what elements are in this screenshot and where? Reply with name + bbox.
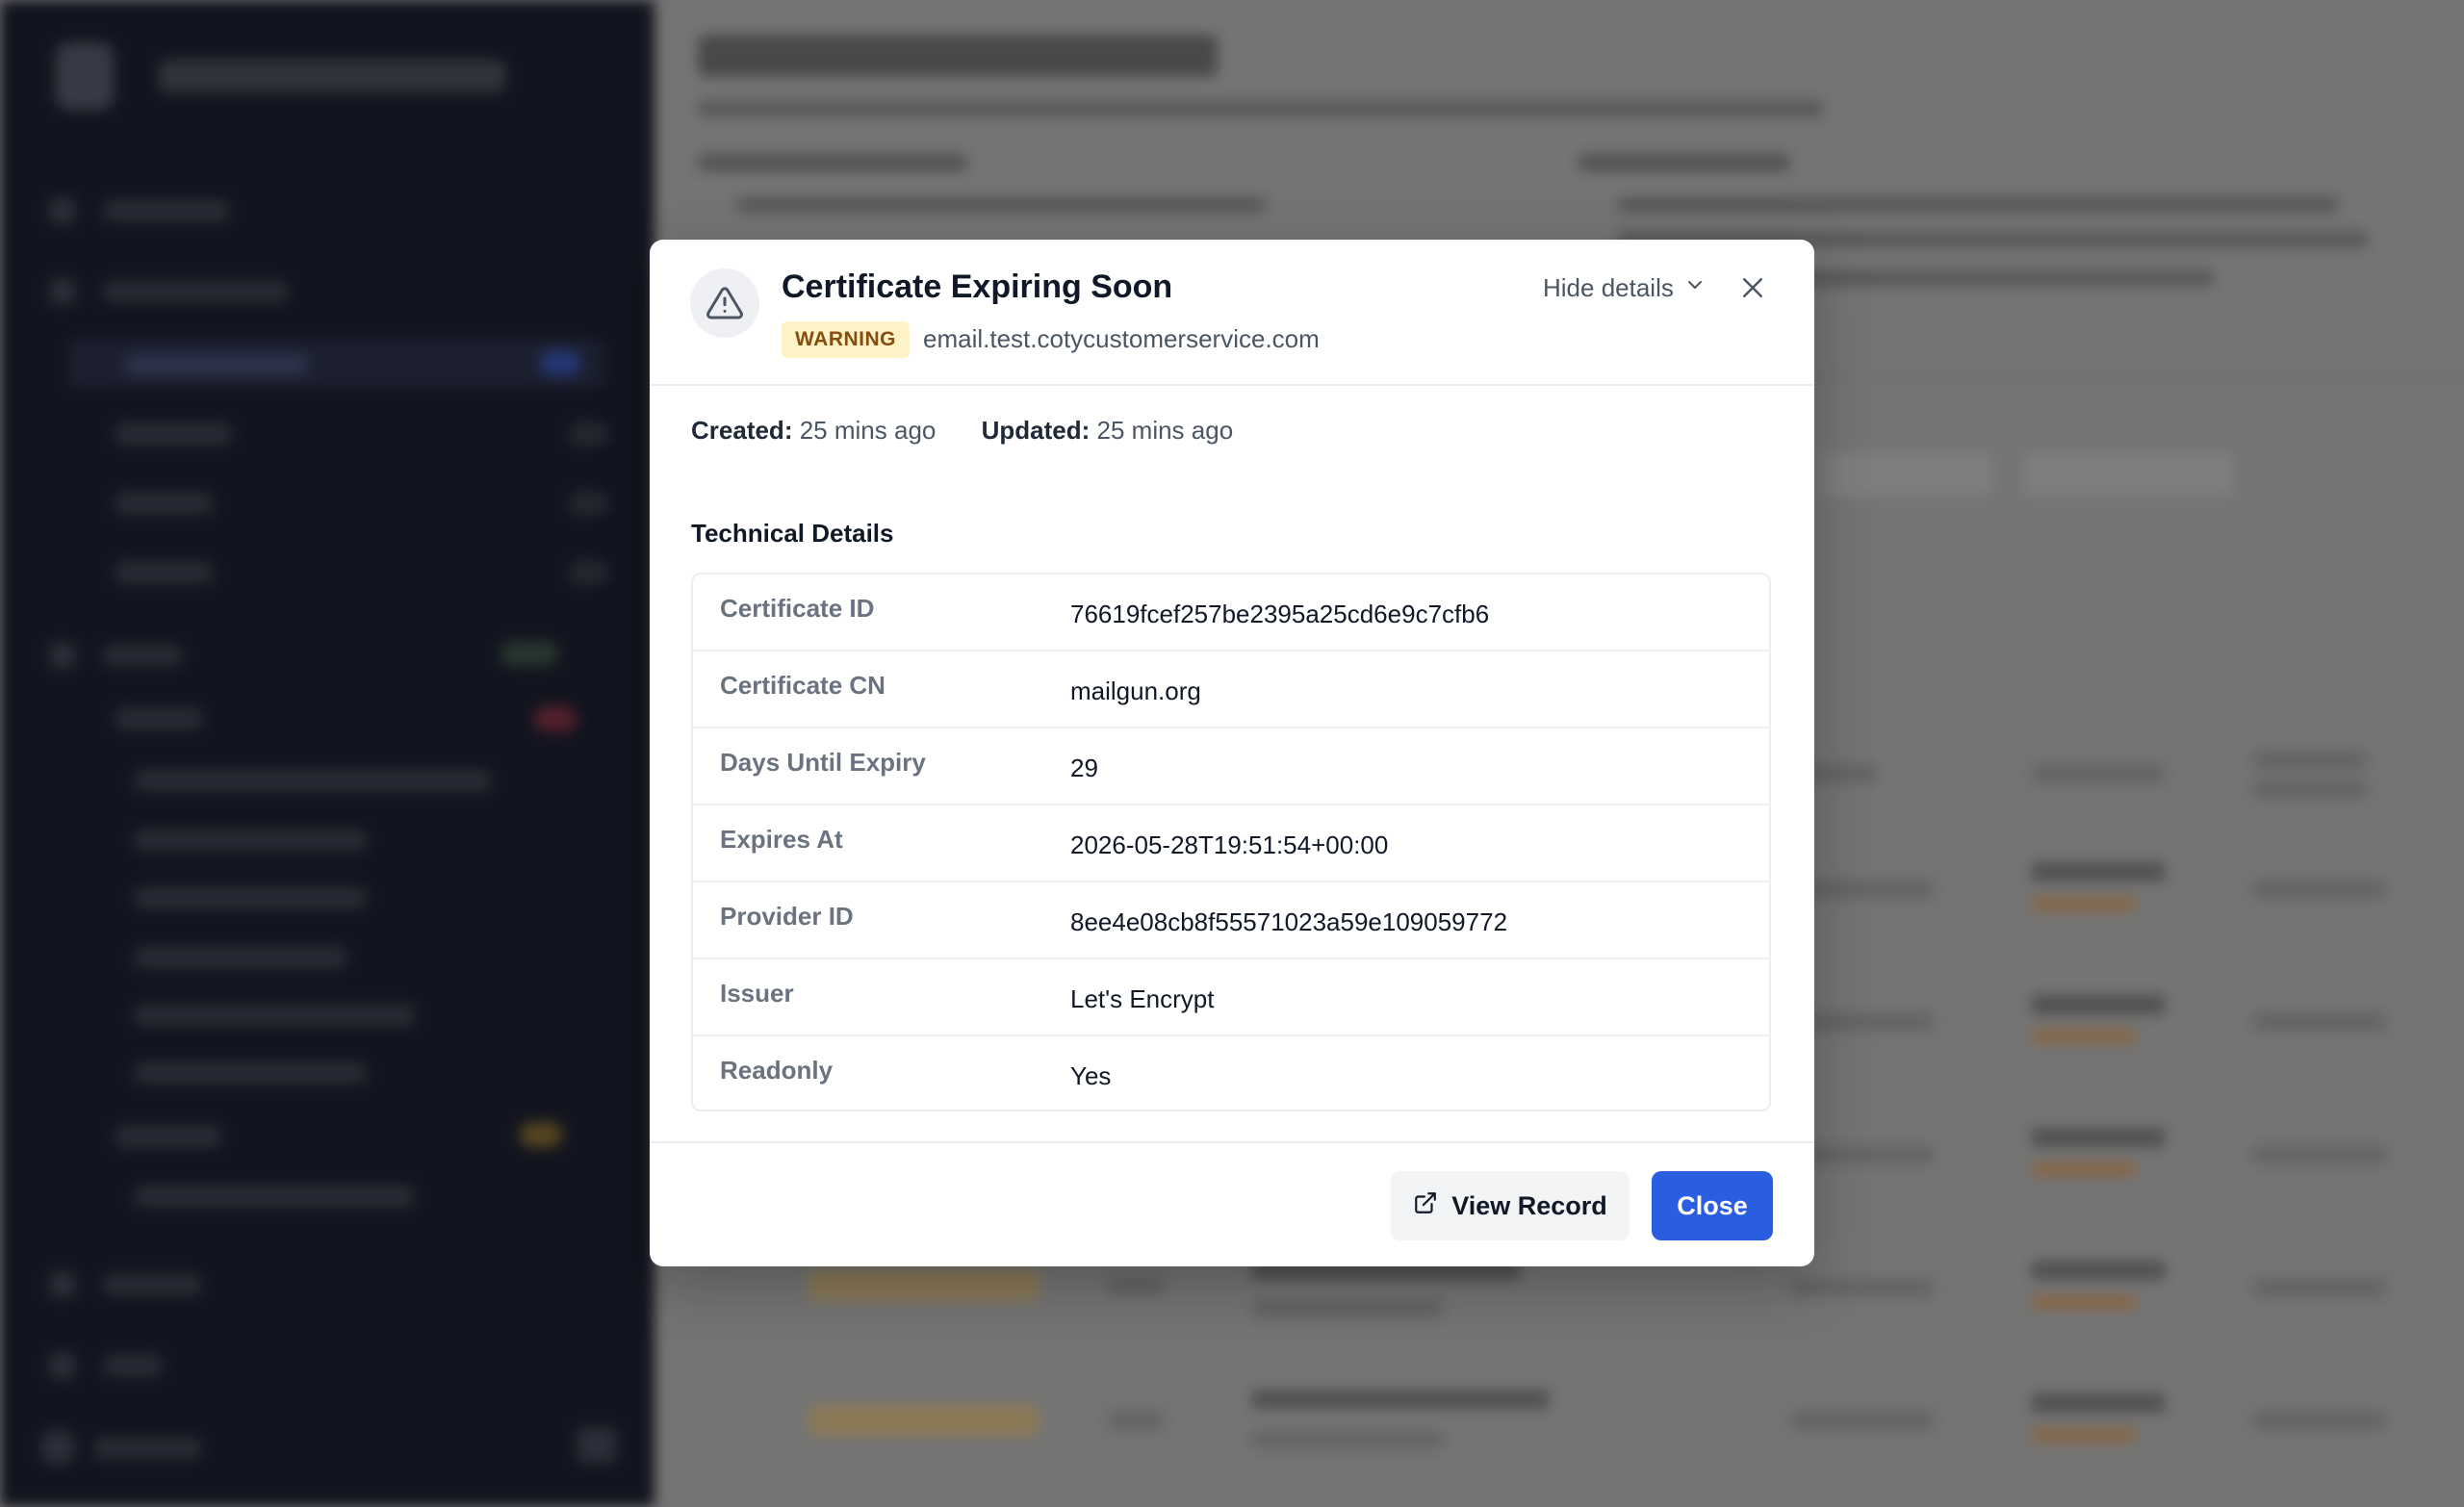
modal-footer: View Record Close — [650, 1141, 1814, 1266]
detail-row: Days Until Expiry 29 — [693, 728, 1769, 805]
detail-row: Provider ID 8ee4e08cb8f55571023a59e10905… — [693, 882, 1769, 959]
alert-domain: email.test.cotycustomerservice.com — [923, 324, 1320, 353]
detail-row: Certificate ID 76619fcef257be2395a25cd6e… — [693, 575, 1769, 651]
detail-value: 76619fcef257be2395a25cd6e9c7cfb6 — [1070, 600, 1490, 628]
detail-key: Certificate CN — [720, 671, 886, 700]
updated-value: 25 mins ago — [1096, 416, 1234, 445]
detail-key: Days Until Expiry — [720, 748, 926, 777]
created-info: Created: 25 mins ago — [691, 416, 936, 446]
severity-badge: WARNING — [782, 321, 910, 358]
view-record-button[interactable]: View Record — [1391, 1171, 1630, 1240]
technical-details-table: Certificate ID 76619fcef257be2395a25cd6e… — [691, 573, 1771, 1111]
detail-key: Issuer — [720, 979, 794, 1008]
alert-timestamps: Created: 25 mins ago Updated: 25 mins ag… — [691, 416, 1271, 446]
detail-key: Readonly — [720, 1056, 834, 1085]
detail-row: Issuer Let's Encrypt — [693, 959, 1769, 1036]
created-label: Created: — [691, 416, 793, 445]
detail-row: Readonly Yes — [693, 1036, 1769, 1110]
chevron-down-icon — [1683, 273, 1707, 303]
detail-key: Certificate ID — [720, 594, 875, 623]
external-link-icon — [1413, 1190, 1438, 1222]
updated-label: Updated: — [981, 416, 1091, 445]
detail-key: Provider ID — [720, 902, 854, 931]
detail-row: Expires At 2026-05-28T19:51:54+00:00 — [693, 805, 1769, 882]
detail-value: Let's Encrypt — [1070, 984, 1215, 1013]
updated-info: Updated: 25 mins ago — [982, 416, 1234, 446]
detail-value: 29 — [1070, 754, 1098, 782]
view-record-label: View Record — [1451, 1190, 1607, 1220]
close-icon[interactable] — [1735, 270, 1770, 305]
alert-details-modal: Certificate Expiring Soon WARNING email.… — [650, 240, 1814, 1266]
modal-header: Certificate Expiring Soon WARNING email.… — [650, 240, 1814, 386]
close-button[interactable]: Close — [1652, 1171, 1773, 1240]
detail-value: 2026-05-28T19:51:54+00:00 — [1070, 830, 1389, 859]
detail-row: Certificate CN mailgun.org — [693, 651, 1769, 728]
detail-value: Yes — [1070, 1061, 1112, 1090]
modal-title: Certificate Expiring Soon — [782, 268, 1173, 305]
detail-value: 8ee4e08cb8f55571023a59e109059772 — [1070, 907, 1508, 936]
detail-value: mailgun.org — [1070, 677, 1201, 705]
created-value: 25 mins ago — [799, 416, 937, 445]
warning-triangle-icon — [690, 268, 759, 338]
hide-details-label: Hide details — [1543, 272, 1674, 302]
hide-details-toggle[interactable]: Hide details — [1543, 270, 1707, 305]
technical-details-heading: Technical Details — [691, 519, 894, 548]
detail-key: Expires At — [720, 825, 843, 854]
